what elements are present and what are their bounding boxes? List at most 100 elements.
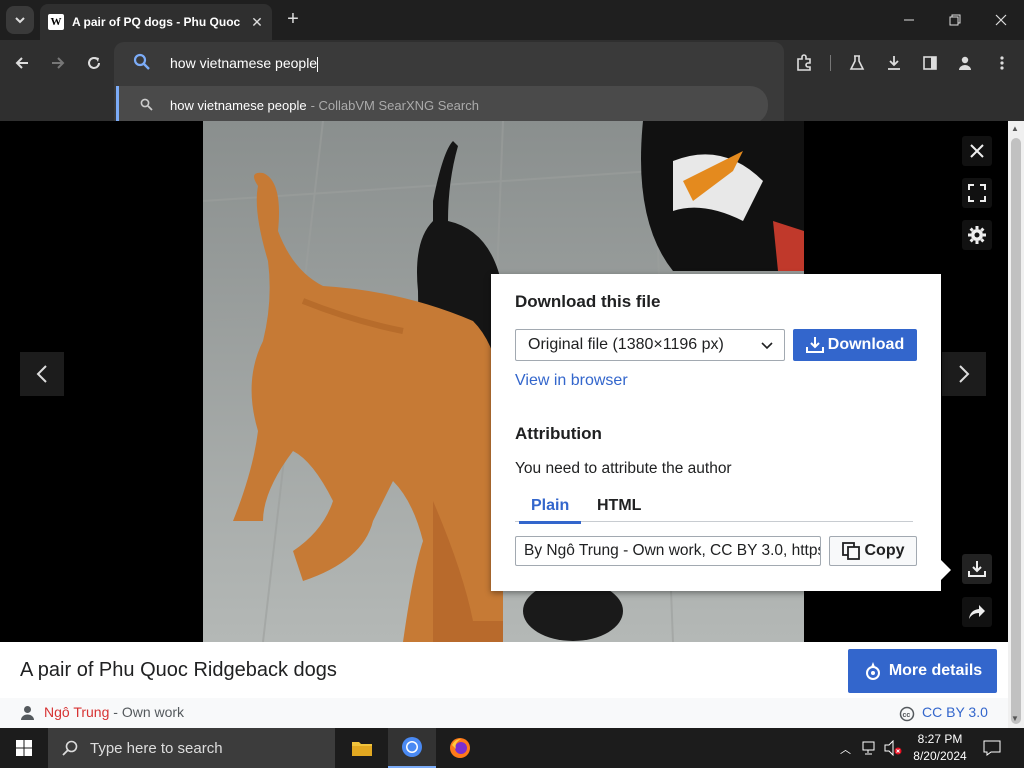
file-explorer-taskbar-button[interactable] [338, 728, 386, 768]
firefox-icon [450, 738, 470, 758]
address-bar-text: how vietnamese people [170, 55, 318, 71]
download-icon [888, 56, 900, 70]
popup-pointer [941, 560, 951, 580]
omnibox-suggestion[interactable]: how vietnamese people - CollabVM SearXNG… [116, 86, 768, 124]
attribution-note: You need to attribute the author [515, 460, 732, 477]
firefox-taskbar-button[interactable] [436, 728, 484, 768]
file-size-value: Original file (1380×1196 px) [528, 336, 724, 353]
new-tab-button[interactable]: + [282, 8, 304, 30]
toolbar-divider [830, 55, 831, 71]
clock-date: 8/20/2024 [913, 749, 967, 763]
minimize-icon [904, 19, 914, 21]
tab-html[interactable]: HTML [597, 497, 641, 521]
close-icon [970, 144, 984, 158]
forward-button[interactable] [44, 49, 72, 77]
chrome-icon [402, 737, 422, 757]
share-button[interactable] [962, 597, 992, 627]
search-icon [133, 53, 150, 70]
fullscreen-button[interactable] [962, 178, 992, 208]
copy-icon [841, 542, 860, 560]
download-button[interactable]: Download [793, 329, 917, 361]
suggestion-text: how vietnamese people [170, 97, 307, 113]
scrollbar-thumb[interactable] [1011, 138, 1021, 724]
close-icon [995, 14, 1007, 26]
tab-close-icon[interactable]: ✕ [248, 14, 266, 31]
author-line: Ngô Trung - Own work [44, 704, 184, 720]
tab-search-button[interactable] [6, 6, 34, 34]
side-panel-button[interactable] [916, 49, 944, 77]
view-in-browser-link[interactable]: View in browser [515, 372, 628, 390]
license-link[interactable]: CC BY 3.0 [922, 704, 988, 720]
gear-icon [968, 226, 986, 244]
copy-button[interactable]: Copy [829, 536, 917, 566]
author-link[interactable]: Ngô Trung [44, 704, 109, 720]
more-details-button[interactable]: More details [848, 649, 997, 693]
wikipedia-favicon-icon: W [48, 14, 64, 30]
image-caption: A pair of Phu Quoc Ridgeback dogs [20, 659, 337, 681]
taskbar-search-placeholder: Type here to search [90, 739, 223, 757]
minimize-button[interactable] [886, 0, 932, 40]
downloads-button[interactable] [880, 49, 908, 77]
back-button[interactable] [8, 49, 36, 77]
taskbar-search-box[interactable]: Type here to search [48, 728, 335, 768]
fullscreen-icon [968, 184, 986, 202]
tab-plain[interactable]: Plain [519, 497, 582, 524]
clock-time: 8:27 PM [917, 732, 963, 746]
chevron-up-icon[interactable]: ︿ [840, 741, 851, 757]
search-icon [62, 740, 78, 756]
download-dialog: Download this file Original file (1380×1… [491, 274, 951, 591]
folder-icon [352, 742, 372, 756]
profile-icon [959, 56, 971, 70]
commons-logo-icon [865, 662, 880, 680]
download-icon [805, 337, 824, 353]
chevron-right-icon [959, 365, 970, 383]
chevron-left-icon [36, 365, 47, 383]
network-icon[interactable] [862, 741, 878, 755]
profile-button[interactable] [951, 49, 979, 77]
taskbar-clock[interactable]: 8:27 PM 8/20/2024 [900, 731, 980, 765]
forward-arrow-icon [52, 57, 65, 69]
puzzle-icon [797, 54, 811, 71]
restore-icon [949, 14, 961, 26]
flask-icon [849, 55, 865, 70]
download-toggle-button[interactable] [962, 554, 992, 584]
previous-image-button[interactable] [20, 352, 64, 396]
file-size-select[interactable]: Original file (1380×1196 px) [515, 329, 785, 361]
windows-logo-icon [16, 740, 32, 756]
kebab-menu-icon [1000, 56, 1004, 70]
notification-icon[interactable] [983, 740, 1001, 756]
search-icon [140, 98, 153, 111]
chevron-down-icon [15, 17, 25, 24]
extensions-button[interactable] [790, 49, 818, 77]
close-window-button[interactable] [978, 0, 1024, 40]
chrome-taskbar-button[interactable] [388, 728, 436, 768]
attribution-heading: Attribution [515, 424, 602, 443]
download-icon [968, 561, 986, 577]
menu-button[interactable] [988, 49, 1016, 77]
suggestion-source: - CollabVM SearXNG Search [310, 97, 479, 113]
download-button-label: Download [827, 336, 905, 353]
tab-title: A pair of PQ dogs - Phu Quoc [72, 15, 241, 29]
browser-tab-active[interactable]: W A pair of PQ dogs - Phu Quoc ✕ [40, 4, 272, 40]
user-icon [21, 706, 34, 720]
labs-button[interactable] [843, 49, 871, 77]
svg-text:cc: cc [903, 712, 911, 719]
creative-commons-icon: cc [899, 706, 915, 722]
attribution-text-field[interactable]: By Ngô Trung - Own work, CC BY 3.0, http… [515, 536, 821, 566]
back-arrow-icon [15, 57, 28, 69]
settings-button[interactable] [962, 220, 992, 250]
next-image-button[interactable] [942, 352, 986, 396]
side-panel-icon [923, 56, 937, 70]
start-button[interactable] [0, 728, 48, 768]
copy-button-label: Copy [864, 542, 905, 559]
chevron-down-icon [761, 342, 773, 350]
share-icon [969, 605, 985, 619]
restore-button[interactable] [932, 0, 978, 40]
reload-button[interactable] [80, 49, 108, 77]
address-bar-input[interactable]: how vietnamese people [170, 52, 730, 74]
scroll-down-arrow-icon[interactable]: ▼ [1011, 714, 1019, 723]
scroll-up-arrow-icon[interactable]: ▲ [1011, 124, 1019, 133]
close-viewer-button[interactable] [962, 136, 992, 166]
more-details-label: More details [888, 662, 983, 679]
author-rest: - Own work [113, 704, 185, 720]
